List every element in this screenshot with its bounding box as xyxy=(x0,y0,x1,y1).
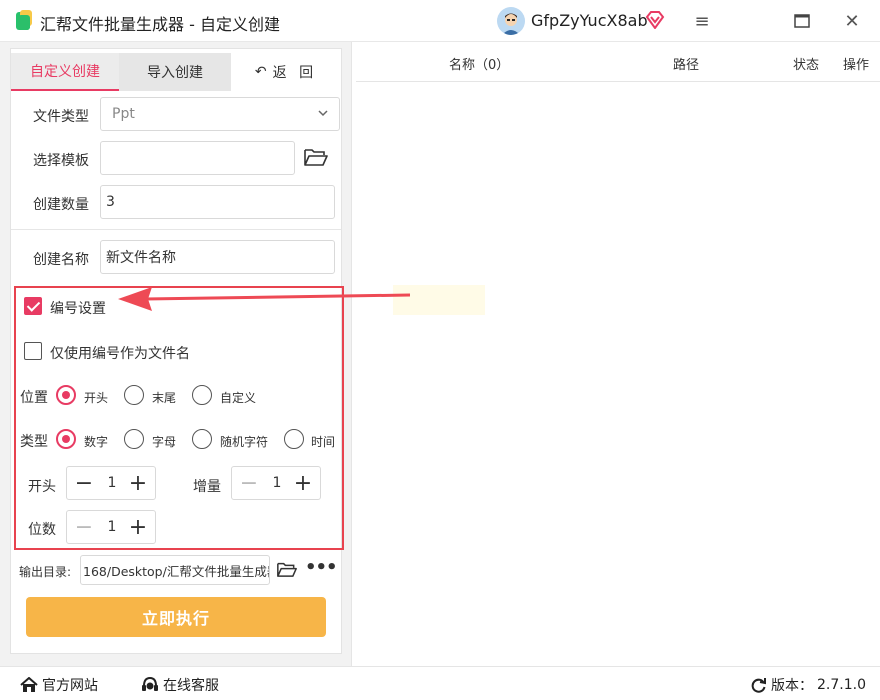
version-info[interactable]: 版本： 2.7.1.0 xyxy=(750,675,866,695)
increment-stepper: − 1 + xyxy=(231,466,321,500)
type-option-random: 随机字符 xyxy=(220,435,269,449)
position-label: 位置 xyxy=(20,390,48,406)
digits-label: 位数 xyxy=(28,522,56,538)
increment-plus-button[interactable]: + xyxy=(288,467,318,499)
type-option-number: 数字 xyxy=(84,435,109,449)
run-now-button[interactable]: 立即执行 xyxy=(26,597,326,637)
column-path: 路径 xyxy=(673,58,700,73)
numbering-enable-label: 编号设置 xyxy=(50,301,106,317)
vip-diamond-icon[interactable] xyxy=(645,11,665,29)
position-option-end: 末尾 xyxy=(152,391,177,405)
digits-minus-button[interactable]: − xyxy=(69,511,99,543)
position-option-custom: 自定义 xyxy=(220,391,257,405)
back-arrow-icon: ↶ xyxy=(254,64,267,80)
column-actions: 操作 xyxy=(843,58,870,73)
count-label: 创建数量 xyxy=(33,197,89,213)
file-type-select[interactable]: Ppt xyxy=(100,97,340,131)
folder-open-icon[interactable] xyxy=(277,561,297,578)
support-link[interactable]: 在线客服 xyxy=(141,675,219,695)
column-status: 状态 xyxy=(793,58,820,73)
window-title: 汇帮文件批量生成器 - 自定义创建 xyxy=(40,15,280,34)
start-stepper: − 1 + xyxy=(66,466,156,500)
position-option-start: 开头 xyxy=(84,391,109,405)
annotation-highlight xyxy=(393,285,485,315)
app-logo-icon xyxy=(16,10,32,30)
type-radio-random[interactable] xyxy=(192,429,212,449)
start-minus-button[interactable]: − xyxy=(69,467,99,499)
title-bar: 汇帮文件批量生成器 - 自定义创建 GfpZyYucX8ab ≡ ✕ xyxy=(0,0,880,42)
tab-import-create[interactable]: 导入创建 xyxy=(119,53,231,91)
start-plus-button[interactable]: + xyxy=(123,467,153,499)
position-radio-start[interactable] xyxy=(56,385,76,405)
folder-open-icon[interactable] xyxy=(304,147,328,167)
type-radio-letter[interactable] xyxy=(124,429,144,449)
name-label: 创建名称 xyxy=(33,252,89,268)
position-radio-end[interactable] xyxy=(124,385,144,405)
home-icon xyxy=(20,677,38,692)
website-link[interactable]: 官方网站 xyxy=(20,675,98,695)
more-options-icon[interactable]: ••• xyxy=(305,557,338,578)
numbering-enable-checkbox[interactable] xyxy=(24,297,42,315)
type-radio-time[interactable] xyxy=(284,429,304,449)
file-type-label: 文件类型 xyxy=(33,109,89,125)
website-label: 官方网站 xyxy=(42,678,98,694)
refresh-icon xyxy=(751,677,766,693)
position-radio-custom[interactable] xyxy=(192,385,212,405)
panel-separator xyxy=(351,42,352,666)
type-radio-number[interactable] xyxy=(56,429,76,449)
version-value: 2.7.1.0 xyxy=(817,677,866,693)
status-bar: 官方网站 在线客服 版本： 2.7.1.0 xyxy=(0,666,880,700)
headset-icon xyxy=(142,676,158,691)
numbering-settings-box: 编号设置 仅使用编号作为文件名 位置 开头 末尾 自定义 类型 数字 字母 随机… xyxy=(14,286,344,550)
digits-plus-button[interactable]: + xyxy=(123,511,153,543)
user-avatar[interactable] xyxy=(497,7,525,35)
column-name: 名称（0） xyxy=(449,58,510,73)
increment-minus-button[interactable]: − xyxy=(234,467,264,499)
name-input[interactable]: 新文件名称 xyxy=(100,240,335,274)
maximize-icon[interactable] xyxy=(787,8,817,34)
support-label: 在线客服 xyxy=(163,678,219,694)
output-dir-input[interactable]: 168/Desktop/汇帮文件批量生成器 xyxy=(80,555,270,585)
file-table-header: 名称（0） 路径 状态 操作 xyxy=(356,42,880,82)
menu-icon[interactable]: ≡ xyxy=(687,8,717,34)
divider xyxy=(11,229,341,230)
digits-stepper: − 1 + xyxy=(66,510,156,544)
template-label: 选择模板 xyxy=(33,153,89,169)
back-button[interactable]: ↶ 返 回 xyxy=(231,53,341,91)
file-type-value: Ppt xyxy=(112,106,135,122)
username[interactable]: GfpZyYucX8ab xyxy=(531,11,648,30)
chevron-down-icon xyxy=(318,110,328,117)
close-icon[interactable]: ✕ xyxy=(837,8,867,34)
start-label: 开头 xyxy=(28,479,56,495)
count-input[interactable]: 3 xyxy=(100,185,335,219)
type-label: 类型 xyxy=(20,434,48,450)
template-input[interactable] xyxy=(100,141,295,175)
back-label: 返 回 xyxy=(272,65,318,81)
version-label: 版本： xyxy=(771,678,813,694)
type-option-letter: 字母 xyxy=(152,435,177,449)
tab-custom-create[interactable]: 自定义创建 xyxy=(11,53,119,91)
output-dir-label: 输出目录: xyxy=(19,565,72,579)
left-panel: 自定义创建 导入创建 ↶ 返 回 文件类型 Ppt 选择模板 创建数量 3 创建… xyxy=(0,42,352,666)
type-option-time: 时间 xyxy=(311,435,336,449)
settings-card: 自定义创建 导入创建 ↶ 返 回 文件类型 Ppt 选择模板 创建数量 3 创建… xyxy=(10,48,344,654)
increment-label: 增量 xyxy=(193,479,221,495)
only-number-label: 仅使用编号作为文件名 xyxy=(50,346,190,362)
only-number-checkbox[interactable] xyxy=(24,342,42,360)
